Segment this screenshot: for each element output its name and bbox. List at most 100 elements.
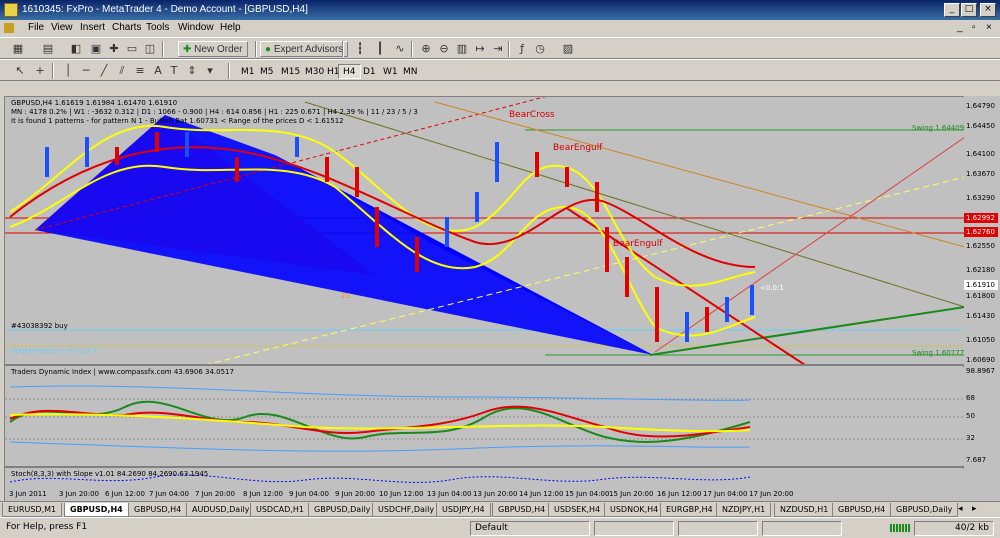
child-minimize-button[interactable]: _ [957, 22, 963, 33]
fibonacci-icon[interactable]: ≡ [132, 63, 148, 79]
price-label: 1.60690 [966, 356, 995, 364]
chart-canvas[interactable] [5, 97, 965, 502]
trendline-icon[interactable]: ╱ [96, 63, 112, 79]
chart-tab[interactable]: GBPUSD,Daily [890, 503, 959, 517]
indicators-icon[interactable]: ƒ [514, 41, 530, 57]
time-label: 15 Jun 20:00 [609, 490, 654, 498]
timeframe-m5[interactable]: M5 [255, 64, 279, 79]
minimize-button[interactable]: _ [944, 3, 960, 17]
strategy-tester-icon[interactable]: ◫ [142, 41, 158, 57]
chart-tab[interactable]: NZDUSD,H1 [774, 503, 835, 517]
chart-window[interactable]: GBPUSD,H4 1.61619 1.61984 1.61470 1.6191… [4, 96, 965, 502]
candlestick-icon[interactable]: ┃ [372, 41, 388, 57]
candle-bear [155, 132, 159, 152]
time-label: 9 Jun 20:00 [335, 490, 376, 498]
chart-tab[interactable]: GBPUSD,Daily [308, 503, 377, 517]
expert-advisors-button[interactable]: ● Expert Advisors [260, 41, 349, 57]
time-label: 13 Jun 20:00 [473, 490, 518, 498]
chart-tab[interactable]: GBPUSD,H4 [128, 503, 188, 517]
candle-bear [565, 167, 569, 187]
expert-advisors-label: Expert Advisors [273, 44, 344, 55]
chart-tab[interactable]: EURUSD,M1 [2, 503, 63, 517]
tab-scroll-right-icon[interactable]: ▸ [972, 504, 977, 514]
child-close-button[interactable]: × [986, 22, 992, 33]
child-restore-button[interactable]: ▫ [972, 22, 976, 33]
swing-low-label: Swing 1.60777 [912, 349, 965, 357]
time-label: 13 Jun 04:00 [427, 490, 472, 498]
profiles-icon[interactable]: ▤ [40, 41, 56, 57]
time-label: 10 Jun 12:00 [379, 490, 424, 498]
candle-bull [295, 137, 299, 157]
time-label: 15 Jun 04:00 [565, 490, 610, 498]
drawing-toolbar: ↖ + │ ─ ╱ ⫽ ≡ A T ⇕ ▾ M1 M5 M15 M30 H1 H… [0, 59, 1000, 81]
chart-tab[interactable]: NZDJPY,H1 [716, 503, 772, 517]
terminal-icon[interactable]: ▭ [124, 41, 140, 57]
maximize-button[interactable]: □ [961, 3, 977, 17]
chart-tab[interactable]: AUDUSD,Daily [186, 503, 256, 517]
horizontal-line-icon[interactable]: ─ [78, 63, 94, 79]
data-window-icon[interactable]: ▣ [88, 41, 104, 57]
chart-shift-icon[interactable]: ⇥ [490, 41, 506, 57]
templates-icon[interactable]: ▨ [560, 41, 576, 57]
menu-bar: File View Insert Charts Tools Window Hel… [0, 20, 1000, 37]
tile-windows-icon[interactable]: ▥ [454, 41, 470, 57]
order-label: #43038392 buy [11, 322, 68, 330]
window-title: 1610345: FxPro - MetaTrader 4 - Demo Acc… [22, 4, 308, 15]
menu-window[interactable]: Window [178, 22, 214, 33]
text-tool-icon[interactable]: A [150, 63, 166, 79]
close-button[interactable]: × [980, 3, 996, 17]
chart-tab[interactable]: EURGBP,H4 [660, 503, 719, 517]
chart-tab[interactable]: USDCHF,Daily [372, 503, 441, 517]
status-bar: For Help, press F1 Default 40/2 kb [0, 517, 1000, 538]
text-label-icon[interactable]: T [166, 63, 182, 79]
chart-tab[interactable]: GBPUSD,H4 [492, 503, 552, 517]
price-label: 1.64450 [966, 122, 995, 130]
time-label: 7 Jun 04:00 [149, 490, 190, 498]
current-price-label: 1.61910 [964, 280, 998, 290]
chart-tab[interactable]: USDNOK,H4 [604, 503, 665, 517]
crosshair-icon[interactable]: + [32, 63, 48, 79]
menu-file[interactable]: File [28, 22, 44, 33]
cursor-icon[interactable]: ↖ [12, 63, 28, 79]
menu-charts[interactable]: Charts [112, 22, 141, 33]
bar-chart-icon[interactable]: ┇ [352, 41, 368, 57]
market-watch-icon[interactable]: ◧ [68, 41, 84, 57]
menu-insert[interactable]: Insert [80, 22, 105, 33]
chart-tab[interactable]: USDCAD,H1 [250, 503, 310, 517]
candle-bear [535, 152, 539, 177]
time-label: 7 Jun 20:00 [195, 490, 236, 498]
menu-view[interactable]: View [51, 22, 73, 33]
price-label: 1.64790 [966, 102, 995, 110]
price-highlight-red-2: 1.62760 [964, 227, 998, 237]
chart-tab[interactable]: GBPUSD,H4 [832, 503, 892, 517]
periods-icon[interactable]: ◷ [532, 41, 548, 57]
auto-scroll-icon[interactable]: ↦ [472, 41, 488, 57]
menu-tools[interactable]: Tools [146, 22, 169, 33]
chart-window-icon [4, 23, 14, 33]
candle-bear [605, 227, 609, 272]
new-chart-icon[interactable]: ▦ [10, 41, 26, 57]
timeframe-mn[interactable]: MN [398, 64, 423, 79]
candle-bull [750, 285, 754, 315]
chart-tab-active[interactable]: GBPUSD,H4 [64, 503, 129, 517]
arrows-icon[interactable]: ⇕ [184, 63, 200, 79]
price-axis[interactable]: 1.64790 1.64450 1.64100 1.63670 1.63290 … [964, 96, 1000, 501]
tab-scroll-left-icon[interactable]: ◂ [958, 504, 963, 514]
candle-bear [705, 307, 709, 332]
zoom-in-icon[interactable]: ⊕ [418, 41, 434, 57]
zoom-out-icon[interactable]: ⊖ [436, 41, 452, 57]
vertical-line-icon[interactable]: │ [60, 63, 76, 79]
arrow-dropdown-icon[interactable]: ▾ [202, 63, 218, 79]
time-label: 17 Jun 04:00 [703, 490, 748, 498]
time-label: 14 Jun 12:00 [519, 490, 564, 498]
chart-tab[interactable]: USDJPY,H4 [436, 503, 491, 517]
new-order-button[interactable]: ✚ New Order [178, 41, 248, 57]
line-chart-icon[interactable]: ∿ [392, 41, 408, 57]
navigator-icon[interactable]: ✚ [106, 41, 122, 57]
menu-help[interactable]: Help [220, 22, 241, 33]
expert-advisors-icon: ● [265, 44, 272, 55]
candle-bear [325, 157, 329, 182]
chart-tab[interactable]: USDSEK,H4 [548, 503, 607, 517]
pattern-info-line: It is found 1 patterns - for pattern N 1… [11, 117, 344, 125]
equidistant-channel-icon[interactable]: ⫽ [114, 63, 130, 79]
